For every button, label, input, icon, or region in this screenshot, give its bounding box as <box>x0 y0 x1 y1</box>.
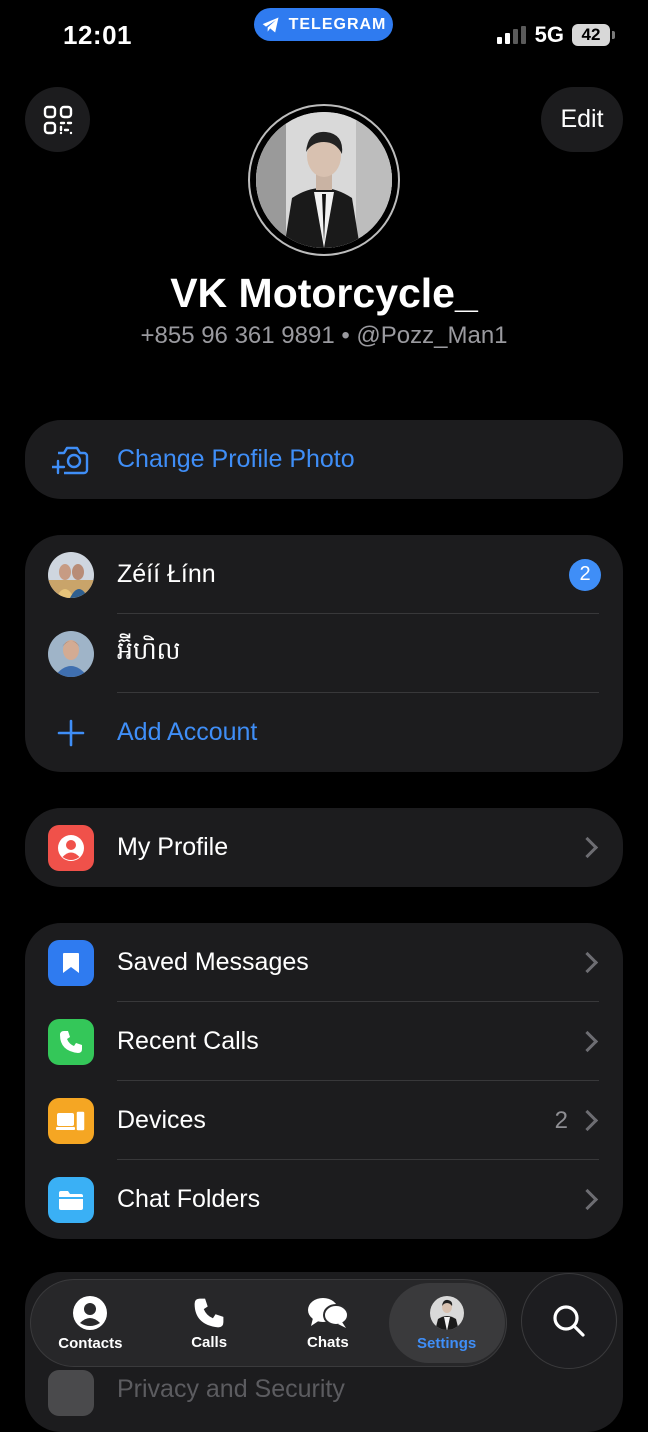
menu-item-saved-messages[interactable]: Saved Messages <box>25 923 623 1002</box>
search-icon <box>553 1305 585 1337</box>
profile-icon <box>48 824 94 871</box>
settings-avatar <box>429 1295 464 1330</box>
telegram-icon <box>262 17 279 32</box>
menu-item-label: Chat Folders <box>117 1185 261 1213</box>
folder-icon <box>48 1176 94 1223</box>
telegram-pill[interactable]: TELEGRAM <box>254 8 393 41</box>
edit-button[interactable]: Edit <box>541 87 623 152</box>
menu-item-devices[interactable]: Devices 2 <box>25 1081 623 1160</box>
camera-add-icon <box>52 446 89 474</box>
change-photo-card[interactable]: Change Profile Photo <box>25 420 623 499</box>
tab-label: Settings <box>417 1334 477 1352</box>
contacts-icon <box>73 1295 108 1330</box>
tab-label: Calls <box>191 1333 228 1351</box>
tab-settings[interactable]: Settings <box>388 1283 505 1363</box>
lock-icon <box>48 1370 94 1416</box>
devices-icon <box>48 1097 94 1144</box>
change-photo-label: Change Profile Photo <box>117 445 355 473</box>
profile-avatar[interactable] <box>248 104 400 256</box>
add-account-label: Add Account <box>117 718 258 746</box>
menu-item-chat-folders[interactable]: Chat Folders <box>25 1160 623 1239</box>
phone-icon <box>48 1018 94 1065</box>
menu-item-label: Recent Calls <box>117 1027 259 1055</box>
status-indicators: 5G 42 <box>496 22 615 48</box>
search-button[interactable] <box>521 1273 617 1369</box>
account-row[interactable]: អ៊ីហិល <box>25 614 623 693</box>
account-avatar <box>48 630 94 677</box>
status-time: 12:01 <box>63 20 132 50</box>
tab-calls[interactable]: Calls <box>151 1283 267 1363</box>
telegram-pill-label: TELEGRAM <box>288 15 387 33</box>
menu-item-recent-calls[interactable]: Recent Calls <box>25 1002 623 1081</box>
accounts-card: Zéíí Łínn 2 អ៊ីហិល Add Account <box>25 535 623 772</box>
tab-chats[interactable]: Chats <box>270 1283 386 1363</box>
my-profile-button[interactable]: My Profile <box>25 808 623 887</box>
plus-icon <box>57 719 85 746</box>
chevron-right-icon <box>576 951 599 974</box>
profile-phone-username: +855 96 361 9891 • @Pozz_Man1 <box>140 322 508 349</box>
chevron-right-icon <box>576 1030 599 1053</box>
account-row[interactable]: Zéíí Łínn 2 <box>25 535 623 614</box>
battery-level: 42 <box>581 25 601 44</box>
chat-bubbles-icon <box>307 1297 349 1328</box>
phone-icon <box>194 1298 224 1327</box>
account-avatar <box>48 551 94 598</box>
menu-item-label: Devices <box>117 1106 206 1134</box>
chevron-right-icon <box>576 1109 599 1132</box>
account-name: Zéíí Łínn <box>117 560 216 588</box>
change-photo-button[interactable]: Change Profile Photo <box>25 420 623 499</box>
qr-code-button[interactable] <box>25 87 90 152</box>
signal-icon <box>496 26 526 44</box>
menu-card: Saved Messages Recent Calls Devices 2 Ch… <box>25 923 623 1239</box>
account-name: អ៊ីហិល <box>117 636 181 665</box>
my-profile-card: My Profile <box>25 808 623 887</box>
devices-count: 2 <box>554 1106 568 1134</box>
profile-photo <box>256 112 392 248</box>
profile-name: VK Motorcycle_ <box>170 270 478 316</box>
tab-bar: Contacts Calls Chats Settings <box>30 1279 507 1367</box>
network-label: 5G <box>534 22 564 47</box>
menu-item-label: Saved Messages <box>117 948 309 976</box>
tab-label: Contacts <box>58 1334 123 1352</box>
unread-badge: 2 <box>569 558 601 591</box>
tab-label: Chats <box>307 1333 349 1351</box>
my-profile-label: My Profile <box>117 833 229 861</box>
bookmark-icon <box>48 939 94 986</box>
battery-icon: 42 <box>572 24 615 46</box>
chevron-right-icon <box>576 836 599 859</box>
add-account-button[interactable]: Add Account <box>25 693 623 772</box>
qr-code-icon <box>43 105 72 134</box>
tab-contacts[interactable]: Contacts <box>32 1283 148 1363</box>
chevron-right-icon <box>576 1188 599 1211</box>
